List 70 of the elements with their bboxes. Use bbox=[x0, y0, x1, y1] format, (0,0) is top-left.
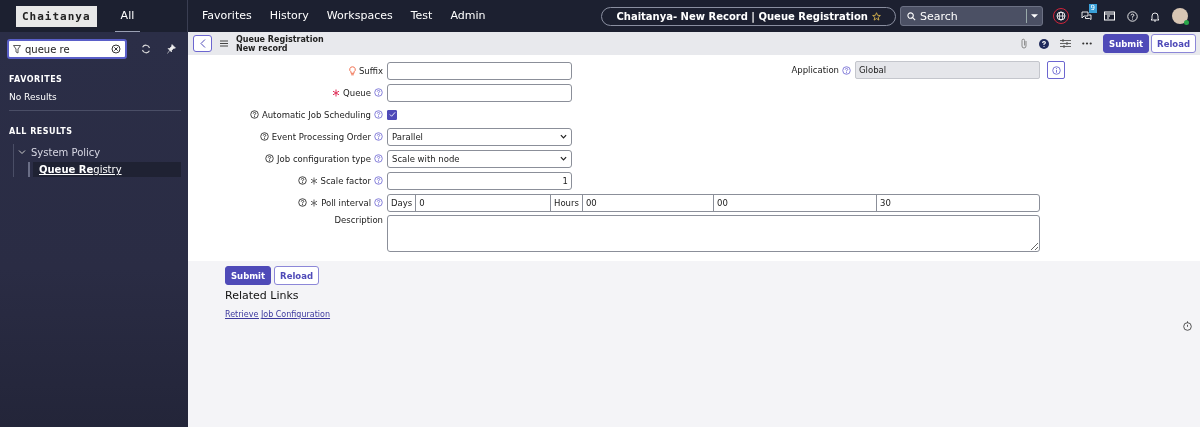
globe-icon[interactable] bbox=[1053, 8, 1069, 24]
sliders-icon[interactable] bbox=[1060, 39, 1071, 48]
field-label: Description bbox=[334, 215, 383, 225]
timer-icon bbox=[1183, 321, 1192, 331]
field-label: Queue bbox=[343, 87, 371, 98]
help-icon[interactable] bbox=[259, 132, 269, 141]
help-icon[interactable] bbox=[265, 154, 275, 163]
paperclip-icon[interactable] bbox=[1020, 38, 1028, 49]
form-title: Queue Registration bbox=[236, 34, 324, 44]
text-field[interactable] bbox=[387, 61, 572, 80]
select-field[interactable]: Scale with node bbox=[387, 149, 572, 168]
field-label: Application bbox=[791, 65, 839, 75]
help-icon[interactable] bbox=[249, 110, 259, 119]
info-button[interactable] bbox=[1047, 61, 1065, 79]
caret-icon[interactable] bbox=[1031, 14, 1038, 18]
help-icon[interactable] bbox=[1039, 38, 1049, 49]
empty-message: No Results bbox=[9, 92, 57, 102]
checkbox[interactable] bbox=[387, 109, 397, 120]
caret-icon bbox=[560, 156, 567, 161]
chevron-icon bbox=[18, 149, 26, 155]
funnel-icon bbox=[13, 44, 21, 54]
nav-tab[interactable]: Workspaces bbox=[320, 0, 399, 33]
search-field[interactable]: Search bbox=[900, 6, 1043, 26]
logo[interactable]: Chaitanya bbox=[16, 5, 97, 27]
menu-icon[interactable] bbox=[220, 40, 228, 47]
section-heading: ALL RESULTS bbox=[9, 127, 74, 136]
application-field: Global bbox=[855, 61, 1040, 79]
back-button[interactable] bbox=[193, 35, 212, 52]
chevron-icon bbox=[199, 39, 206, 48]
tree-item[interactable]: System Policy bbox=[18, 144, 181, 160]
duration-field[interactable]: Days 0 Hours 00 00 30 bbox=[387, 193, 1040, 212]
avatar[interactable] bbox=[1172, 8, 1188, 24]
description-field[interactable] bbox=[387, 215, 1040, 252]
text-field[interactable] bbox=[387, 83, 572, 102]
chat-icon[interactable] bbox=[1081, 11, 1092, 21]
submit-button[interactable]: Submit bbox=[225, 266, 272, 285]
info-icon bbox=[1051, 65, 1061, 75]
star-icon[interactable] bbox=[871, 11, 881, 21]
lightbulb-icon bbox=[348, 65, 356, 76]
nav-tab[interactable]: Test bbox=[404, 0, 439, 33]
more-icon[interactable] bbox=[1082, 42, 1092, 45]
refresh-icon[interactable] bbox=[141, 44, 151, 54]
field-label: Suffix bbox=[358, 65, 383, 76]
help-icon[interactable] bbox=[298, 198, 308, 207]
submit-button[interactable]: Submit bbox=[1103, 34, 1150, 53]
tree-item[interactable]: Queue Registry bbox=[33, 162, 181, 177]
search-icon bbox=[907, 11, 916, 21]
field-label: Automatic Job Scheduling bbox=[261, 109, 371, 120]
field-label: Event Processing Order bbox=[271, 131, 371, 142]
field-label: Poll interval bbox=[321, 197, 371, 208]
nav-tab[interactable]: Favorites bbox=[196, 0, 258, 33]
filter-field[interactable]: queue re bbox=[7, 39, 127, 59]
form-subtitle: New record bbox=[236, 43, 288, 53]
select-field[interactable]: Parallel bbox=[387, 127, 572, 146]
field-label: Scale factor bbox=[320, 175, 371, 186]
field-label: Job configuration type bbox=[277, 153, 371, 164]
pin-icon[interactable] bbox=[167, 44, 176, 54]
reload-button[interactable]: Reload bbox=[1151, 34, 1196, 53]
bell-icon[interactable] bbox=[1150, 10, 1160, 22]
nav-tab[interactable]: History bbox=[263, 0, 315, 33]
section-heading: FAVORITES bbox=[9, 75, 64, 84]
reload-button[interactable]: Reload bbox=[274, 266, 319, 285]
related-link[interactable]: Retrieve Job Configuration bbox=[225, 310, 331, 319]
clear-icon[interactable] bbox=[111, 44, 121, 54]
help-icon[interactable] bbox=[297, 176, 307, 185]
number-field[interactable]: 1 bbox=[387, 171, 572, 190]
caret-icon bbox=[560, 134, 567, 139]
section-heading: Related Links bbox=[225, 289, 300, 302]
nav-tab[interactable]: Admin bbox=[444, 0, 492, 33]
screen-icon[interactable] bbox=[1104, 11, 1115, 21]
